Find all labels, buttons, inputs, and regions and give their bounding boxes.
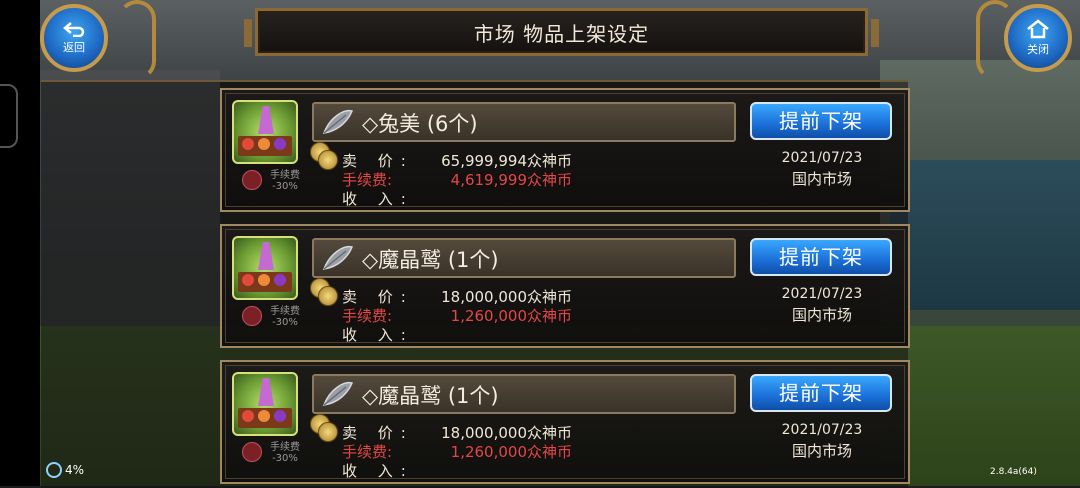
- item-shop-icon: [232, 100, 298, 164]
- fee-label: 手续费:: [342, 443, 393, 461]
- feather-icon: [322, 381, 354, 406]
- device-notch: [0, 84, 18, 148]
- market-type: 国内市场: [791, 170, 852, 188]
- sell-price-value: 65,999,994众神币: [441, 152, 572, 170]
- market-type: 国内市场: [791, 306, 852, 324]
- fee-value: 1,260,000众神币: [450, 443, 572, 461]
- fee-discount-icon: [242, 442, 262, 462]
- home-icon: [1027, 19, 1049, 39]
- device-edge: [0, 0, 40, 486]
- loading-indicator: 4%: [46, 462, 84, 478]
- listing-row: 手续费 -30% ◇魔晶鹫 (1个) 卖 价: 18,000,000众神币 手续费…: [220, 360, 910, 484]
- return-arrow-icon: [63, 22, 85, 37]
- item-name: ◇兔美 (6个): [362, 112, 478, 136]
- title-banner: 市场 物品上架设定: [244, 8, 879, 56]
- ornament-arc-left: [118, 0, 156, 80]
- fee-discount-icon: [242, 170, 262, 190]
- close-label: 关闭: [1027, 43, 1049, 56]
- close-button[interactable]: 关闭: [1004, 4, 1072, 72]
- item-name-box: ◇魔晶鹫 (1个): [312, 238, 736, 278]
- income-label: 收 入:: [342, 462, 414, 480]
- version-label: 2.8.4a(64): [990, 467, 1037, 477]
- listing-row: 手续费 -30% ◇兔美 (6个) 卖 价: 65,999,994众神币 手续费:…: [220, 88, 910, 212]
- sell-price-label: 卖 价:: [342, 424, 414, 442]
- item-name-box: ◇兔美 (6个): [312, 102, 736, 142]
- fee-discount-label: 手续费 -30%: [270, 306, 300, 328]
- back-label: 返回: [63, 41, 85, 54]
- listing-row: 手续费 -30% ◇魔晶鹫 (1个) 卖 价: 18,000,000众神币 手续费…: [220, 224, 910, 348]
- fee-label: 手续费:: [342, 307, 393, 325]
- fee-value: 4,619,999众神币: [450, 171, 572, 189]
- feather-icon: [322, 245, 354, 270]
- market-type: 国内市场: [791, 442, 852, 460]
- fee-discount-label: 手续费 -30%: [270, 170, 300, 192]
- coins-icon: [310, 278, 338, 306]
- coins-icon: [310, 142, 338, 170]
- page-title: 市场 物品上架设定: [473, 21, 650, 46]
- sell-price-value: 18,000,000众神币: [441, 424, 572, 442]
- item-name: ◇魔晶鹫 (1个): [362, 248, 499, 272]
- fee-discount-label: 手续费 -30%: [270, 442, 300, 464]
- item-shop-icon: [232, 236, 298, 300]
- delist-early-button[interactable]: 提前下架: [750, 102, 892, 140]
- listing-date: 2021/07/23: [781, 422, 863, 438]
- feather-icon: [322, 109, 354, 134]
- sell-price-label: 卖 价:: [342, 152, 414, 170]
- fee-value: 1,260,000众神币: [450, 307, 572, 325]
- listing-date: 2021/07/23: [781, 150, 863, 166]
- income-label: 收 入:: [342, 190, 414, 208]
- coins-icon: [310, 414, 338, 442]
- delist-early-button[interactable]: 提前下架: [750, 238, 892, 276]
- item-name-box: ◇魔晶鹫 (1个): [312, 374, 736, 414]
- fee-discount-icon: [242, 306, 262, 326]
- fee-label: 手续费:: [342, 171, 393, 189]
- delist-early-button[interactable]: 提前下架: [750, 374, 892, 412]
- loading-ring-icon: [46, 462, 62, 478]
- item-name: ◇魔晶鹫 (1个): [362, 384, 499, 408]
- listing-date: 2021/07/23: [781, 286, 863, 302]
- back-button[interactable]: 返回: [40, 4, 108, 72]
- sell-price-value: 18,000,000众神币: [441, 288, 572, 306]
- income-label: 收 入:: [342, 326, 414, 344]
- item-shop-icon: [232, 372, 298, 436]
- sell-price-label: 卖 价:: [342, 288, 414, 306]
- background-water: [890, 160, 1080, 310]
- loading-percent: 4%: [65, 463, 85, 477]
